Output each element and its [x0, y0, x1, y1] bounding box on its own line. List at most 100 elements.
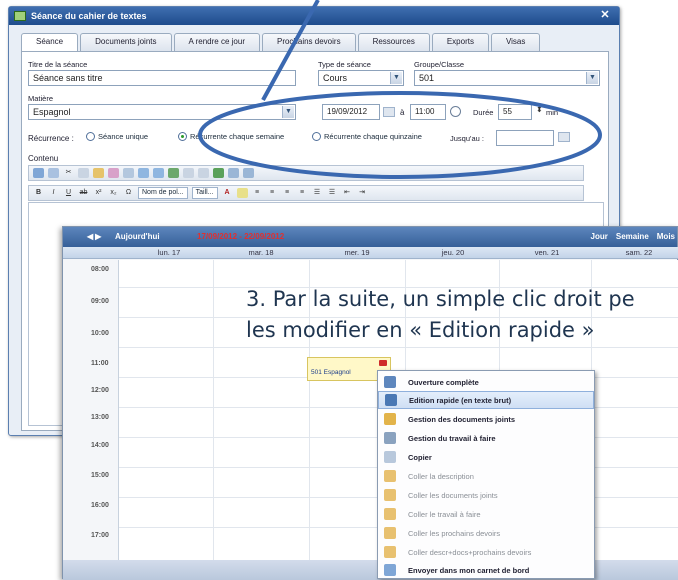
source-icon[interactable]: [228, 168, 239, 178]
chevron-down-icon[interactable]: ▼: [390, 72, 402, 84]
view-semaine-button[interactable]: Semaine: [616, 227, 649, 247]
radio-chaque-quinzaine-label: Récurrente chaque quinzaine: [324, 132, 422, 141]
day-header: mer. 19: [344, 248, 370, 257]
groupe-select[interactable]: 501 ▼: [414, 70, 600, 86]
menu-item-travail-a-faire[interactable]: Gestion du travail à faire: [378, 429, 594, 447]
time-input[interactable]: 11:00: [410, 104, 446, 120]
copy-icon[interactable]: [78, 168, 89, 178]
chevron-down-icon[interactable]: ▼: [586, 72, 598, 84]
a-label: à: [400, 108, 405, 117]
align-center-icon[interactable]: ≡: [267, 188, 278, 198]
tab-seance[interactable]: Séance: [21, 33, 79, 52]
day-header: lun. 17: [157, 248, 181, 257]
day-header: jeu. 20: [441, 248, 465, 257]
superscript-icon[interactable]: x²: [93, 188, 104, 198]
radio-chaque-quinzaine[interactable]: Récurrente chaque quinzaine: [312, 132, 422, 141]
menu-item-label: Coller les documents joints: [408, 490, 498, 500]
tab-prochains-devoirs[interactable]: Prochains devoirs: [261, 33, 356, 51]
strike-icon[interactable]: ab: [78, 188, 89, 198]
font-size-select[interactable]: Taill...: [191, 187, 218, 199]
menu-item-label: Gestion des documents joints: [408, 414, 516, 424]
radio-seance-unique[interactable]: Séance unique: [86, 132, 148, 141]
menu-item-coller-tout[interactable]: Coller descr+docs+prochains devoirs: [378, 543, 594, 561]
day-divider: [213, 260, 214, 560]
chevron-down-icon[interactable]: ▼: [282, 106, 294, 118]
spellcheck-icon[interactable]: [48, 168, 59, 178]
number-list-icon[interactable]: ☰: [327, 188, 338, 198]
recurrence-label: Récurrence :: [28, 134, 74, 143]
radio-dot[interactable]: [86, 132, 95, 141]
groupe-select-value: 501: [419, 73, 435, 83]
radio-dot[interactable]: [312, 132, 321, 141]
menu-item-label: Coller descr+docs+prochains devoirs: [408, 547, 532, 557]
underline-icon[interactable]: U: [63, 188, 74, 198]
undo-icon[interactable]: [138, 168, 149, 178]
view-jour-button[interactable]: Jour: [591, 227, 608, 247]
menu-item-edition-rapide[interactable]: Edition rapide (en texte brut): [378, 391, 594, 409]
table-icon[interactable]: [123, 168, 134, 178]
align-right-icon[interactable]: ≡: [282, 188, 293, 198]
calendar-icon[interactable]: [383, 107, 395, 117]
matiere-select[interactable]: Espagnol ▼: [28, 104, 296, 120]
subscript-icon[interactable]: x₂: [108, 188, 119, 198]
redo-icon[interactable]: [153, 168, 164, 178]
font-family-select[interactable]: Nom de pol...: [138, 187, 188, 199]
bold-icon[interactable]: B: [33, 188, 44, 198]
menu-item-coller-documents[interactable]: Coller les documents joints: [378, 486, 594, 504]
tab-documents-joints[interactable]: Documents joints: [80, 33, 172, 51]
menu-item-coller-prochains-devoirs[interactable]: Coller les prochains devoirs: [378, 524, 594, 542]
paste-icon: [384, 489, 396, 501]
event-close-icon[interactable]: [379, 360, 387, 366]
menu-item-coller-travail[interactable]: Coller le travail à faire: [378, 505, 594, 523]
paste-icon: [384, 527, 396, 539]
clock-icon[interactable]: [450, 106, 461, 117]
link-icon[interactable]: [168, 168, 179, 178]
titre-input[interactable]: Séance sans titre: [28, 70, 296, 86]
date-input[interactable]: 19/09/2012: [322, 104, 380, 120]
indent-icon[interactable]: ⇥: [357, 188, 368, 198]
menu-item-ouverture-complete[interactable]: Ouverture complète: [378, 373, 594, 391]
view-switcher: Jour Semaine Mois: [591, 227, 675, 247]
align-left-icon[interactable]: ≡: [252, 188, 263, 198]
bullet-list-icon[interactable]: ☰: [312, 188, 323, 198]
homework-icon: [384, 432, 396, 444]
close-icon[interactable]: ✕: [597, 9, 613, 22]
jusqua-input[interactable]: [496, 130, 554, 146]
cut-icon[interactable]: ✂: [63, 168, 74, 178]
menu-item-coller-description[interactable]: Coller la description: [378, 467, 594, 485]
menu-item-envoyer-carnet[interactable]: Envoyer dans mon carnet de bord: [378, 561, 594, 579]
image-icon[interactable]: [183, 168, 194, 178]
view-mois-button[interactable]: Mois: [657, 227, 675, 247]
radio-chaque-semaine[interactable]: Récurrente chaque semaine: [178, 132, 284, 141]
hour-label: 13:00: [91, 414, 109, 421]
lesson-window-title: Séance du cahier de textes: [31, 11, 147, 21]
special-icon[interactable]: [213, 168, 224, 178]
type-select[interactable]: Cours ▼: [318, 70, 404, 86]
spinner-icon[interactable]: ⬍: [536, 105, 543, 114]
format-icon[interactable]: [108, 168, 119, 178]
save-icon[interactable]: [33, 168, 44, 178]
tab-visas[interactable]: Visas: [490, 33, 541, 51]
editor-toolbar-2: B I U ab x² x₂ Ω Nom de pol... Taill... …: [28, 185, 584, 201]
menu-item-documents-joints[interactable]: Gestion des documents joints: [378, 410, 594, 428]
highlight-icon[interactable]: [236, 188, 248, 198]
menu-item-copier[interactable]: Copier: [378, 448, 594, 466]
paste-icon[interactable]: [93, 168, 104, 178]
radio-dot-selected[interactable]: [178, 132, 187, 141]
tab-ressources[interactable]: Ressources: [357, 33, 430, 51]
tab-exports[interactable]: Exports: [431, 33, 489, 51]
nav-arrows-icon[interactable]: ◀▶: [87, 227, 103, 247]
today-button[interactable]: Aujourd'hui: [115, 227, 160, 247]
duree-input[interactable]: 55: [498, 104, 532, 120]
text-color-icon[interactable]: A: [222, 188, 233, 198]
omega-icon[interactable]: Ω: [123, 188, 134, 198]
calendar-icon[interactable]: [558, 132, 570, 142]
hour-label: 09:00: [91, 298, 109, 305]
tab-a-rendre[interactable]: A rendre ce jour: [173, 33, 260, 51]
justify-icon[interactable]: ≡: [297, 188, 308, 198]
outdent-icon[interactable]: ⇤: [342, 188, 353, 198]
media-icon[interactable]: [198, 168, 209, 178]
groupe-label: Groupe/Classe: [414, 60, 465, 69]
preview-icon[interactable]: [243, 168, 254, 178]
italic-icon[interactable]: I: [48, 188, 59, 198]
